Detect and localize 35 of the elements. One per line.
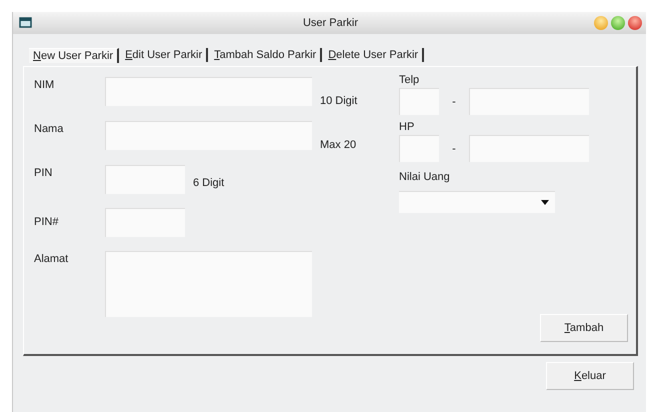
tab[interactable]: Edit User Parkir [121,48,208,62]
input-field[interactable] [105,165,185,194]
field-label: Telp [399,74,420,86]
exit-button[interactable]: Keluar [546,362,634,390]
field-label: Nama [34,122,64,135]
field-label: PIN# [34,215,60,228]
text-area[interactable] [105,251,312,317]
separator-text: - [451,96,457,108]
tab[interactable]: New User Parkir [29,48,120,62]
tab[interactable]: Delete User Parkir [324,48,424,62]
maximize-button[interactable] [611,16,625,30]
add-button[interactable]: Tambah [540,314,628,342]
field-label: HP [399,121,414,133]
dropdown[interactable] [399,191,555,213]
input-field[interactable] [105,77,312,106]
window-icon [19,17,33,29]
minimize-button[interactable] [594,16,608,30]
separator-text: - [451,142,457,154]
input-field[interactable] [399,135,439,162]
input-field[interactable] [399,88,439,115]
input-field[interactable] [469,135,589,162]
hint-text: 6 Digit [193,176,224,189]
field-label: Alamat [34,252,70,265]
input-field[interactable] [105,208,185,237]
close-button[interactable] [628,16,642,30]
window-title: User Parkir [302,17,359,29]
field-label: NIM [34,78,56,91]
field-label: PIN [34,166,54,179]
input-field[interactable] [469,88,589,115]
tab[interactable]: Tambah Saldo Parkir [210,48,322,62]
hint-text: Max 20 [320,138,356,151]
input-field[interactable] [105,121,312,150]
field-label: Nilai Uang [399,171,450,183]
caret-icon [541,200,549,205]
hint-text: 10 Digit [320,94,358,107]
